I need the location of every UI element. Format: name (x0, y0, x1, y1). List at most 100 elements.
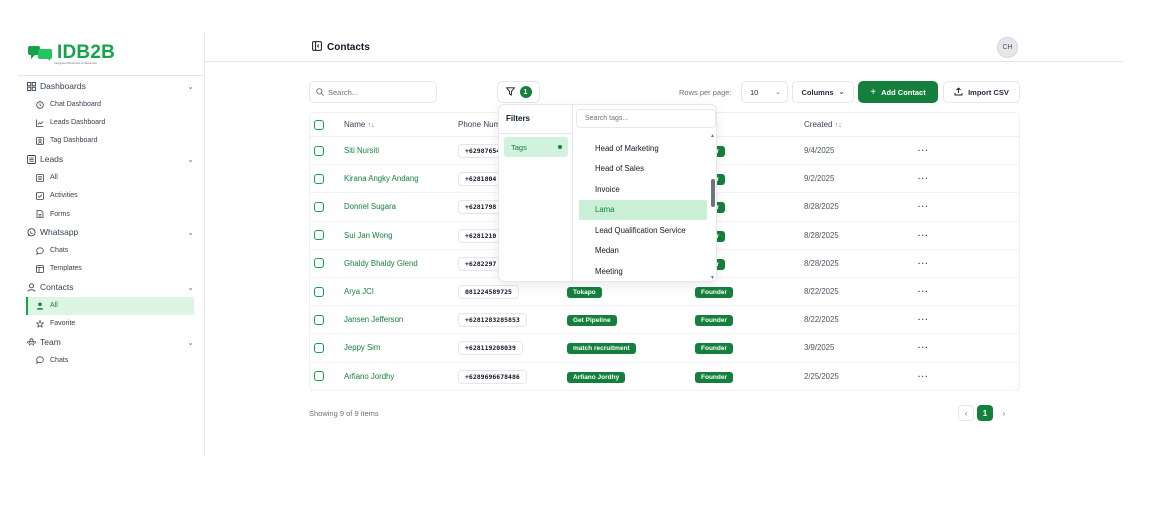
row-actions-button[interactable]: ··· (918, 259, 929, 268)
row-checkbox[interactable] (314, 286, 324, 297)
phone-number: +6282297 (458, 256, 504, 271)
contact-name[interactable]: Jansen Jefferson (344, 315, 403, 324)
import-csv-button[interactable]: Import CSV (943, 81, 1020, 103)
toolbar: 1 Rows per page: 10 ⌄ Columns ⌄ + Add Co… (309, 81, 1021, 103)
row-actions-button[interactable]: ··· (918, 231, 929, 240)
scroll-down-icon[interactable]: ▼ (710, 275, 715, 281)
search-input[interactable] (328, 87, 428, 97)
table-row[interactable]: Arya JCI 081224589725 Tokapo Founder 8/22/20… (310, 278, 1019, 307)
sidebar-item-tag-dashboard[interactable]: Tag Dashboard (18, 132, 194, 150)
row-checkbox[interactable] (314, 230, 324, 241)
tag-option[interactable]: Lama (579, 199, 707, 220)
row-checkbox[interactable] (314, 258, 324, 269)
sidebar-item-forms[interactable]: Forms (18, 205, 194, 223)
tag-search-box[interactable] (576, 109, 716, 128)
contact-name[interactable]: Sui Jan Wong (344, 231, 392, 240)
chat-bubble-icon (35, 246, 45, 256)
tag-list-scrollbar[interactable]: ▲ ▼ (710, 131, 716, 281)
sidebar-item-label: All (50, 302, 58, 310)
row-actions-button[interactable]: ··· (918, 174, 929, 183)
scroll-up-icon[interactable]: ▲ (710, 133, 715, 139)
sidebar-item-label: Chats (50, 356, 69, 364)
sidebar-item-label: Favorite (50, 320, 76, 328)
tag-option[interactable]: Head of Marketing (579, 138, 707, 159)
tag-option[interactable]: Lead Qualification Service (579, 220, 707, 241)
contact-name[interactable]: Kirana Angky Andang (344, 174, 419, 183)
previous-page-button[interactable]: ‹ (958, 405, 974, 421)
filter-popover: Filters Tags Head of MarketingHead of Sa… (498, 104, 717, 282)
column-header-name[interactable]: Name ↑↓ (344, 120, 375, 129)
add-contact-button[interactable]: + Add Contact (858, 81, 938, 103)
search-icon (316, 83, 324, 101)
sidebar-item-leads-dashboard[interactable]: Leads Dashboard (18, 114, 194, 132)
sidebar-group-label: Leads (40, 154, 64, 165)
column-header-phone[interactable]: Phone Num (458, 120, 500, 129)
row-actions-button[interactable]: ··· (918, 343, 929, 352)
next-page-button[interactable]: › (996, 405, 1012, 421)
row-actions-button[interactable]: ··· (918, 315, 929, 324)
row-actions-button[interactable]: ··· (918, 372, 929, 381)
sidebar-group-team[interactable]: Team ⌄ (18, 333, 204, 352)
table-row[interactable]: Jeppy Sim +628119208039 match recruitment F… (310, 334, 1019, 363)
tag-option[interactable]: Medan (579, 241, 707, 262)
row-checkbox[interactable] (314, 201, 324, 212)
tag-search-input[interactable] (585, 115, 705, 122)
contact-name[interactable]: Siti Nursiti (344, 146, 379, 155)
sidebar-group-whatsapp[interactable]: Whatsapp ⌄ (18, 223, 204, 242)
chevron-down-icon: ⌄ (187, 227, 194, 237)
sidebar-item-templates[interactable]: Templates (18, 260, 194, 278)
scrollbar-thumb[interactable] (711, 179, 715, 207)
sidebar-item-team-chats[interactable]: Chats (18, 351, 194, 369)
document-icon (35, 209, 45, 219)
avatar[interactable]: CH (997, 37, 1018, 58)
sidebar-item-whatsapp-chats[interactable]: Chats (18, 242, 194, 260)
filter-button[interactable]: 1 (497, 81, 540, 103)
contact-name[interactable]: Arya JCI (344, 287, 374, 296)
row-checkbox[interactable] (314, 145, 324, 156)
contact-name[interactable]: Jeppy Sim (344, 343, 380, 352)
rows-per-page-label: Rows per page: (679, 88, 732, 97)
tag-badge: Arfiano Jordhy (567, 371, 626, 383)
sidebar-toggle-icon[interactable] (312, 41, 322, 54)
sidebar-group-dashboards[interactable]: Dashboards ⌄ (18, 77, 204, 96)
tag-option[interactable]: Meeting (579, 261, 707, 282)
row-checkbox[interactable] (314, 173, 324, 184)
sidebar-item-label: Tag Dashboard (50, 137, 98, 145)
rows-per-page-select[interactable]: 10 ⌄ (741, 81, 788, 103)
sidebar-item-leads-all[interactable]: All (18, 169, 194, 187)
sidebar-group-contacts[interactable]: Contacts ⌄ (18, 278, 204, 297)
filter-category-tags[interactable]: Tags (504, 137, 568, 157)
column-header-label: Created (804, 120, 833, 129)
position-badge: Founder (695, 287, 733, 299)
table-row[interactable]: Arfiano Jordhy +6289696678486 Arfiano Jord… (310, 363, 1019, 391)
whatsapp-icon (26, 227, 36, 237)
search-box[interactable] (309, 81, 437, 103)
row-actions-button[interactable]: ··· (918, 202, 929, 211)
contact-name[interactable]: Donnel Sugara (344, 202, 396, 211)
sidebar-item-contacts-all[interactable]: All (26, 296, 194, 315)
sidebar-item-activities[interactable]: Activities (18, 187, 194, 205)
column-header-created[interactable]: Created ↑↓ (804, 120, 842, 129)
row-actions-button[interactable]: ··· (918, 287, 929, 296)
sidebar-group-leads[interactable]: Leads ⌄ (18, 150, 204, 169)
tag-option[interactable]: Invoice (579, 179, 707, 200)
tag-option[interactable]: Head of Sales (579, 159, 707, 180)
sidebar-item-favorite[interactable]: Favorite (18, 315, 194, 333)
row-checkbox[interactable] (314, 371, 324, 382)
row-checkbox[interactable] (314, 342, 324, 353)
select-all-checkbox[interactable] (314, 119, 324, 130)
row-checkbox[interactable] (314, 314, 324, 325)
contact-name[interactable]: Arfiano Jordhy (344, 372, 394, 381)
page-number-current[interactable]: 1 (977, 405, 993, 421)
showing-count: Showing 9 of 9 items (309, 409, 379, 418)
row-actions-button[interactable]: ··· (918, 146, 929, 155)
rows-per-page-value: 10 (750, 87, 759, 97)
contact-name[interactable]: Ghaldy Bhaldy Glend (344, 259, 418, 268)
table-row[interactable]: Jansen Jefferson +6281283285853 Get Pipeli… (310, 306, 1019, 335)
sidebar-item-chat-dashboard[interactable]: Chat Dashboard (18, 96, 194, 114)
star-icon (35, 319, 45, 329)
phone-number: +6281804 (458, 172, 504, 187)
columns-button[interactable]: Columns ⌄ (792, 81, 854, 103)
sidebar-group-label: Whatsapp (40, 227, 79, 238)
chevron-down-icon: ⌄ (838, 89, 845, 96)
